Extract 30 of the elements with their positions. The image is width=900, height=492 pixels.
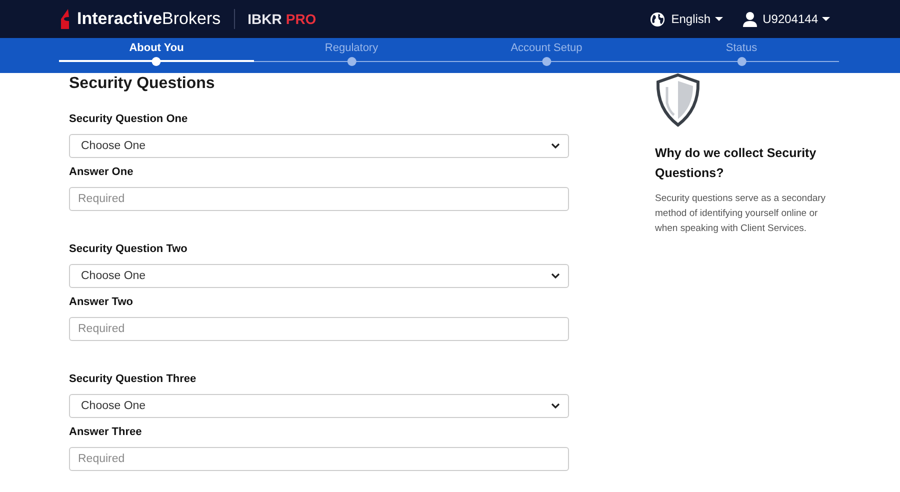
answer-field[interactable]: Required (69, 187, 569, 211)
product-name: IBKR (248, 11, 282, 27)
aside-text: Security questions serve as a secondary method of identifying yourself online or when speaking with Client Services. (655, 192, 827, 236)
chevron-icon (551, 273, 560, 279)
answer-field[interactable]: Required (69, 317, 569, 341)
globe-icon (650, 12, 666, 26)
user-icon (742, 12, 757, 26)
caret-icon (714, 17, 723, 21)
question-select[interactable]: Choose One (69, 394, 569, 418)
step-tab[interactable]: About You (129, 42, 184, 54)
field-label: Security Question One (69, 113, 189, 125)
question-select[interactable]: Choose One (69, 134, 569, 158)
form-title: Security Questions (69, 75, 216, 93)
chevron-icon (551, 143, 560, 149)
caret-icon (822, 17, 830, 21)
shield-icon (655, 73, 701, 127)
field-label: Answer One (69, 166, 134, 178)
question-select[interactable]: Choose One (69, 264, 569, 288)
flame-icon (59, 9, 71, 29)
field-label: Answer Three (69, 426, 143, 438)
user-menu[interactable]: U9204144 (742, 12, 830, 26)
field-label: Security Question Two (69, 243, 188, 255)
field-label: Security Question Three (69, 373, 198, 385)
aside-title: Why do we collect Security Questions? (655, 145, 818, 182)
answer-field[interactable]: Required (69, 447, 569, 471)
field-label: Answer Two (69, 296, 134, 308)
chevron-icon (551, 403, 560, 409)
edition-label: PRO (286, 11, 316, 27)
language-menu[interactable]: English (650, 12, 723, 26)
logo-text: InteractiveBrokers (77, 9, 221, 29)
